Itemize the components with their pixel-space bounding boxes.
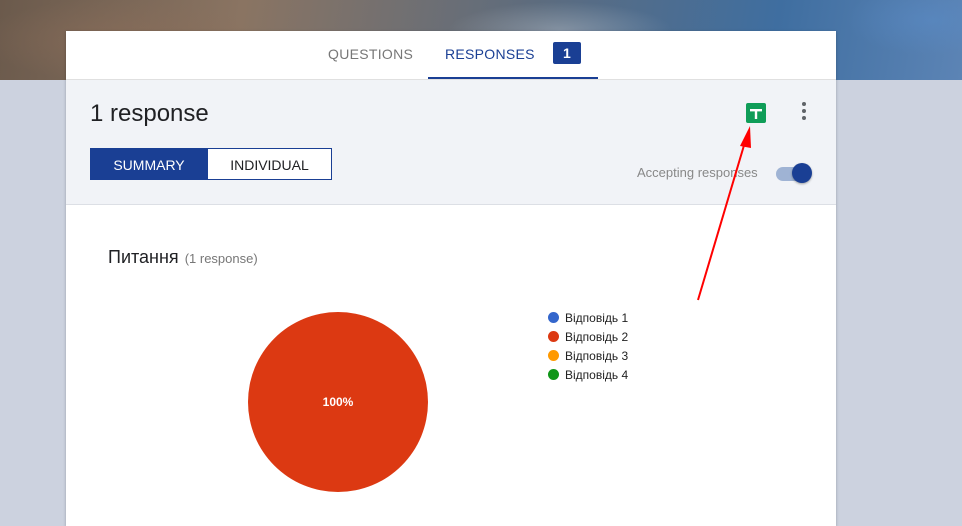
legend-color-swatch (548, 350, 559, 361)
pie-chart: 100% (248, 312, 428, 492)
form-responses-card: QUESTIONS RESPONSES 1 1 response SUMMARY… (66, 31, 836, 526)
individual-button[interactable]: INDIVIDUAL (208, 148, 332, 180)
responses-header: 1 response SUMMARY INDIVIDUAL Accepting … (66, 80, 836, 205)
tab-bar: QUESTIONS RESPONSES 1 (66, 31, 836, 80)
more-vert-icon[interactable] (792, 99, 816, 123)
tab-responses[interactable]: RESPONSES 1 (428, 31, 598, 79)
chart-legend: Відповідь 1 Відповідь 2 Відповідь 3 Відпові… (548, 309, 628, 385)
legend-item: Відповідь 3 (548, 347, 628, 366)
legend-label: Відповідь 1 (565, 311, 629, 325)
legend-item: Відповідь 1 (548, 309, 628, 328)
view-toggle: SUMMARY INDIVIDUAL (90, 148, 332, 180)
legend-color-swatch (548, 312, 559, 323)
accepting-responses-label: Accepting responses (637, 165, 758, 180)
responses-count-badge: 1 (553, 42, 582, 64)
google-sheets-icon[interactable] (746, 103, 766, 123)
legend-color-swatch (548, 331, 559, 342)
question-summary-title: Питання (1 response) (108, 247, 258, 268)
legend-item: Відповідь 2 (548, 328, 628, 347)
question-title: Питання (108, 247, 179, 267)
legend-label: Відповідь 2 (565, 330, 629, 344)
response-count-title: 1 response (90, 100, 209, 127)
tab-questions[interactable]: QUESTIONS (328, 31, 413, 79)
legend-item: Відповідь 4 (548, 366, 628, 385)
accepting-responses-toggle[interactable] (774, 162, 812, 184)
toggle-thumb (792, 163, 812, 183)
legend-color-swatch (548, 369, 559, 380)
question-response-count: (1 response) (184, 251, 258, 266)
summary-button[interactable]: SUMMARY (90, 148, 208, 180)
pie-slice-label: 100% (323, 395, 354, 409)
tab-responses-label: RESPONSES (444, 46, 535, 62)
legend-label: Відповідь 3 (565, 349, 629, 363)
legend-label: Відповідь 4 (565, 368, 629, 382)
